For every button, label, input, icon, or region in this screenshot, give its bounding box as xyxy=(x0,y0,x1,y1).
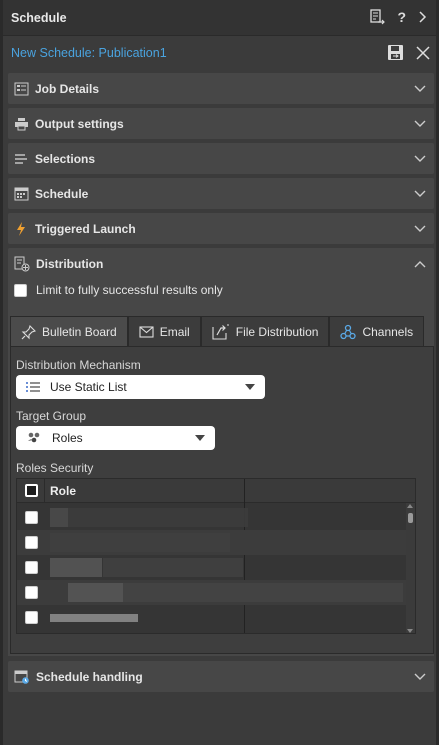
scroll-up-icon[interactable] xyxy=(407,504,413,508)
selections-list-icon xyxy=(14,152,29,166)
grid-header: Role xyxy=(17,479,415,503)
target-group-select[interactable]: Roles xyxy=(16,426,215,450)
target-group-label: Target Group xyxy=(16,409,87,423)
tab-label: Email xyxy=(159,325,190,339)
section-schedule[interactable]: Schedule xyxy=(8,178,434,209)
redacted-role xyxy=(68,508,248,527)
column-divider xyxy=(44,479,45,503)
scroll-thumb[interactable] xyxy=(408,513,413,523)
section-label: Job Details xyxy=(35,81,100,96)
section-selections[interactable]: Selections xyxy=(8,143,434,174)
limit-success-checkbox[interactable] xyxy=(14,283,27,297)
channels-icon xyxy=(340,324,357,340)
section-triggered-launch[interactable]: Triggered Launch xyxy=(8,213,434,244)
printer-icon xyxy=(14,117,29,131)
chevron-down-icon[interactable] xyxy=(414,222,426,236)
select-all-checkbox[interactable] xyxy=(25,484,38,497)
row-checkbox[interactable] xyxy=(25,611,38,624)
limit-success-label: Limit to fully successful results only xyxy=(36,283,223,297)
chevron-down-icon[interactable] xyxy=(414,117,426,131)
table-row[interactable] xyxy=(17,580,415,605)
dropdown-caret-icon xyxy=(245,384,255,390)
chevron-down-icon[interactable] xyxy=(414,187,426,201)
table-row[interactable] xyxy=(17,605,415,630)
distribution-tabs: Bulletin Board Email File Distribution C… xyxy=(10,316,425,347)
distribution-icon xyxy=(14,256,30,272)
row-checkbox[interactable] xyxy=(25,561,38,574)
pin-icon xyxy=(21,324,36,340)
section-job-details[interactable]: Job Details xyxy=(8,73,434,104)
section-output-settings[interactable]: Output settings xyxy=(8,108,434,139)
chevron-down-icon[interactable] xyxy=(414,82,426,96)
tab-email[interactable]: Email xyxy=(127,316,201,347)
redacted-role xyxy=(123,583,403,602)
job-details-icon xyxy=(14,82,29,96)
section-label: Selections xyxy=(35,151,96,166)
list-icon xyxy=(26,381,40,393)
redacted-role xyxy=(50,558,102,577)
tab-label: File Distribution xyxy=(235,325,319,339)
help-icon[interactable]: ? xyxy=(397,9,406,25)
target-group-value: Roles xyxy=(52,431,83,445)
section-label: Schedule xyxy=(35,186,89,201)
tab-bulletin-board[interactable]: Bulletin Board xyxy=(10,316,128,347)
tab-label: Bulletin Board xyxy=(42,325,117,339)
close-icon[interactable] xyxy=(416,45,430,60)
chevron-down-icon[interactable] xyxy=(414,670,426,684)
redacted-role xyxy=(103,558,243,577)
window-title: Schedule xyxy=(11,10,67,25)
dropdown-caret-icon xyxy=(195,435,205,441)
section-label: Distribution xyxy=(36,256,104,271)
redacted-role xyxy=(50,614,138,622)
row-checkbox[interactable] xyxy=(25,536,38,549)
document-header: New Schedule: Publication1 xyxy=(3,37,436,69)
list-export-icon[interactable] xyxy=(369,9,386,25)
redacted-role xyxy=(50,508,68,527)
tab-channels[interactable]: Channels xyxy=(329,316,425,347)
table-row[interactable] xyxy=(17,555,415,580)
chevron-right-icon[interactable] xyxy=(418,10,428,24)
scroll-down-icon[interactable] xyxy=(407,629,413,633)
row-checkbox[interactable] xyxy=(25,511,38,524)
redacted-role xyxy=(50,533,230,552)
role-column-header[interactable]: Role xyxy=(50,484,76,498)
document-title: New Schedule: Publication1 xyxy=(11,46,167,60)
section-label: Output settings xyxy=(35,116,124,131)
tab-label: Channels xyxy=(362,325,414,339)
envelope-icon xyxy=(139,326,154,338)
bulletin-board-pane: Distribution Mechanism Use Static List T… xyxy=(10,346,434,654)
row-checkbox[interactable] xyxy=(25,586,38,599)
limit-success-option[interactable]: Limit to fully successful results only xyxy=(14,283,223,297)
roles-security-label: Roles Security xyxy=(16,461,94,475)
redacted-role xyxy=(68,583,123,602)
table-row[interactable] xyxy=(17,530,415,555)
chevron-up-icon[interactable] xyxy=(414,257,426,271)
tab-file-distribution[interactable]: File Distribution xyxy=(200,316,330,347)
lightning-icon xyxy=(14,221,29,237)
file-export-icon xyxy=(212,324,230,340)
table-row[interactable] xyxy=(17,505,415,530)
section-label: Schedule handling xyxy=(36,669,143,684)
mechanism-label: Distribution Mechanism xyxy=(16,358,141,372)
roles-grid: Role xyxy=(16,478,416,634)
section-schedule-handling[interactable]: Schedule handling xyxy=(8,661,434,692)
schedule-handling-icon xyxy=(14,669,30,685)
save-icon[interactable] xyxy=(387,44,404,61)
schedule-panel: Schedule ? New Schedule: Publication1 Jo… xyxy=(0,0,439,745)
mechanism-value: Use Static List xyxy=(50,380,127,394)
section-distribution[interactable]: Distribution xyxy=(8,248,434,279)
calendar-icon xyxy=(14,187,29,201)
roles-icon xyxy=(26,431,42,445)
mechanism-select[interactable]: Use Static List xyxy=(16,375,265,399)
chevron-down-icon[interactable] xyxy=(414,152,426,166)
grid-scrollbar[interactable] xyxy=(406,503,415,633)
title-bar: Schedule ? xyxy=(3,0,436,36)
distribution-body: Limit to fully successful results only B… xyxy=(8,278,434,656)
section-label: Triggered Launch xyxy=(35,221,136,236)
